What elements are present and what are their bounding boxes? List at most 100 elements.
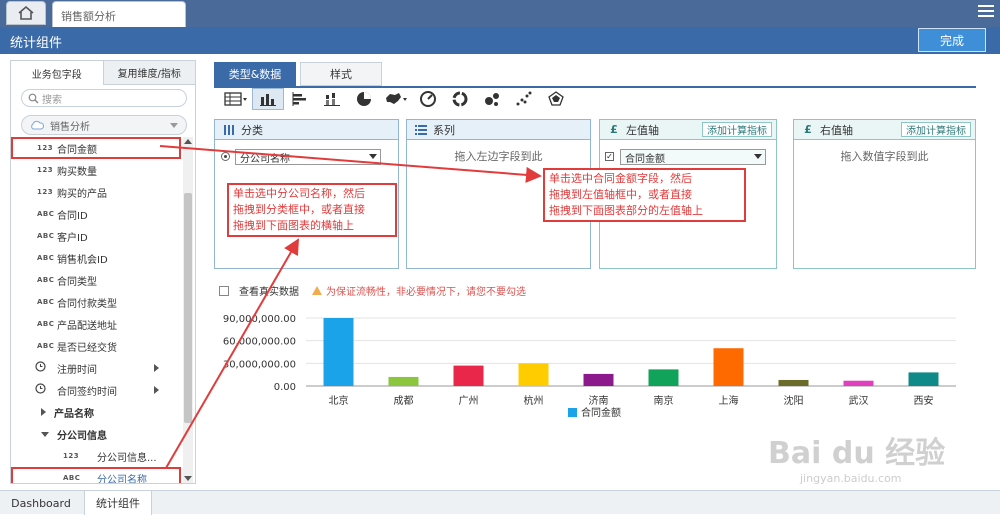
title-bar: 统计组件 完成	[0, 27, 1000, 54]
scroll-down-icon[interactable]	[184, 476, 192, 481]
x-tick-label: 济南	[589, 394, 609, 407]
scrollbar[interactable]	[183, 137, 193, 483]
package-name: 销售分析	[50, 121, 90, 133]
text-type-icon: ABC	[37, 276, 55, 284]
expand-arrow-icon[interactable]	[154, 364, 159, 372]
donut-chart-icon[interactable]	[444, 88, 476, 110]
right-axis-drop-hint: 拖入数值字段到此	[840, 150, 929, 163]
tab-type-data[interactable]: 类型&数据	[214, 62, 296, 86]
gauge-chart-icon[interactable]	[412, 88, 444, 110]
right-axis-zone[interactable]: £ 右值轴 添加计算指标 拖入数值字段到此	[793, 119, 976, 269]
bar[interactable]	[453, 365, 484, 386]
bar[interactable]	[843, 380, 874, 386]
field-item[interactable]: ABC 客户ID	[11, 225, 181, 247]
done-button[interactable]: 完成	[918, 28, 986, 52]
group-item[interactable]: 产品名称	[11, 401, 181, 423]
series-zone-title: 系列	[433, 123, 455, 137]
category-radio[interactable]	[221, 152, 230, 161]
bar-chart-icon[interactable]	[252, 88, 284, 110]
series-drop-hint: 拖入左边字段到此	[454, 150, 543, 163]
field-item[interactable]: 注册时间	[11, 357, 181, 379]
field-item[interactable]: 123 分公司信息...	[11, 445, 181, 467]
tab-dashboard[interactable]: Dashboard	[0, 491, 82, 515]
menu-icon[interactable]	[978, 5, 994, 19]
field-item[interactable]: ABC 产品配送地址	[11, 313, 181, 335]
bar-chart[interactable]: 0.00 30,000,000.00 60,000,000.00 90,000,000…	[214, 306, 974, 430]
radar-chart-icon[interactable]	[540, 88, 572, 110]
pie-chart-icon[interactable]	[348, 88, 380, 110]
left-axis-checkbox[interactable]: ✓	[605, 152, 614, 161]
y-tick-label: 0.00	[274, 382, 296, 393]
left-axis-field-select[interactable]: 合同金额	[620, 149, 766, 165]
y-tick-label: 60,000,000.00	[223, 337, 296, 348]
bar[interactable]	[518, 363, 549, 386]
field-item[interactable]: 合同签约时间	[11, 379, 181, 401]
expand-arrow-icon	[41, 408, 46, 416]
number-type-icon: 123	[37, 166, 54, 174]
expand-arrow-icon[interactable]	[154, 386, 159, 394]
bar[interactable]	[778, 379, 809, 386]
text-type-icon: ABC	[37, 320, 55, 328]
search-input[interactable]: 搜索	[21, 89, 187, 107]
package-select[interactable]: 销售分析	[21, 115, 187, 135]
bar[interactable]	[648, 369, 679, 386]
x-tick-label: 沈阳	[784, 394, 804, 407]
home-button[interactable]	[6, 1, 46, 25]
table-chart-icon[interactable]	[220, 88, 252, 110]
x-tick-label: 北京	[329, 394, 349, 407]
stacked-bar-icon[interactable]	[316, 88, 348, 110]
warning-icon	[312, 286, 322, 295]
pound-icon: £	[610, 123, 618, 136]
bar[interactable]	[713, 348, 744, 386]
watermark: Bai du 经验	[768, 436, 946, 471]
tab-stat-component[interactable]: 统计组件	[84, 491, 152, 515]
pound-icon: £	[804, 123, 812, 136]
list-icon	[413, 123, 429, 137]
doc-tab[interactable]: 销售额分析	[52, 1, 186, 27]
horizontal-bar-icon[interactable]	[284, 88, 316, 110]
field-item[interactable]: ABC 合同类型	[11, 269, 181, 291]
field-item[interactable]: 123 购买的产品	[11, 181, 181, 203]
y-tick-label: 90,000,000.00	[223, 314, 296, 325]
y-tick-label: 30,000,000.00	[223, 359, 296, 370]
bottom-tab-bar: Dashboard 统计组件	[0, 490, 1000, 515]
text-type-icon: ABC	[37, 342, 55, 350]
field-item[interactable]: 123 合同金额	[11, 137, 181, 159]
clock-icon	[11, 361, 57, 375]
text-type-icon: ABC	[37, 210, 55, 218]
chevron-down-icon	[754, 154, 762, 159]
add-calc-metric-button[interactable]: 添加计算指标	[901, 122, 971, 137]
bar[interactable]	[388, 376, 419, 386]
bar[interactable]	[908, 372, 939, 386]
text-type-icon: ABC	[37, 232, 55, 240]
number-type-icon: 123	[37, 188, 54, 196]
x-tick-label: 成都	[394, 395, 414, 407]
category-field-select[interactable]: 分公司名称	[235, 149, 381, 165]
top-tab-strip: 销售额分析	[0, 0, 1000, 27]
show-real-data-checkbox[interactable]: 查看真实数据	[219, 283, 299, 298]
group-item[interactable]: 分公司信息	[11, 423, 181, 445]
scroll-thumb[interactable]	[184, 193, 192, 423]
clock-icon	[11, 383, 57, 397]
scroll-up-icon[interactable]	[184, 139, 192, 144]
field-item[interactable]: ABC 销售机会ID	[11, 247, 181, 269]
field-item[interactable]: 123 购买数量	[11, 159, 181, 181]
right-axis-title: 右值轴	[820, 123, 853, 137]
scatter-chart-icon[interactable]	[508, 88, 540, 110]
map-chart-icon[interactable]	[380, 88, 412, 110]
tab-reuse-dimensions[interactable]: 复用维度/指标	[102, 61, 195, 85]
field-item[interactable]: ABC 是否已经交货	[11, 335, 181, 357]
tab-style[interactable]: 样式	[300, 62, 382, 86]
add-calc-metric-button[interactable]: 添加计算指标	[702, 122, 772, 137]
x-tick-label: 武汉	[849, 394, 869, 407]
field-item-selected[interactable]: ABC 分公司名称	[11, 467, 181, 483]
tab-package-fields[interactable]: 业务包字段	[11, 61, 103, 85]
x-tick-label: 杭州	[524, 394, 544, 407]
field-item[interactable]: ABC 合同ID	[11, 203, 181, 225]
bar[interactable]	[323, 318, 354, 386]
bubble-chart-icon[interactable]	[476, 88, 508, 110]
bar[interactable]	[583, 373, 614, 386]
columns-icon	[221, 123, 237, 137]
chevron-down-icon	[369, 154, 377, 159]
field-item[interactable]: ABC 合同付款类型	[11, 291, 181, 313]
